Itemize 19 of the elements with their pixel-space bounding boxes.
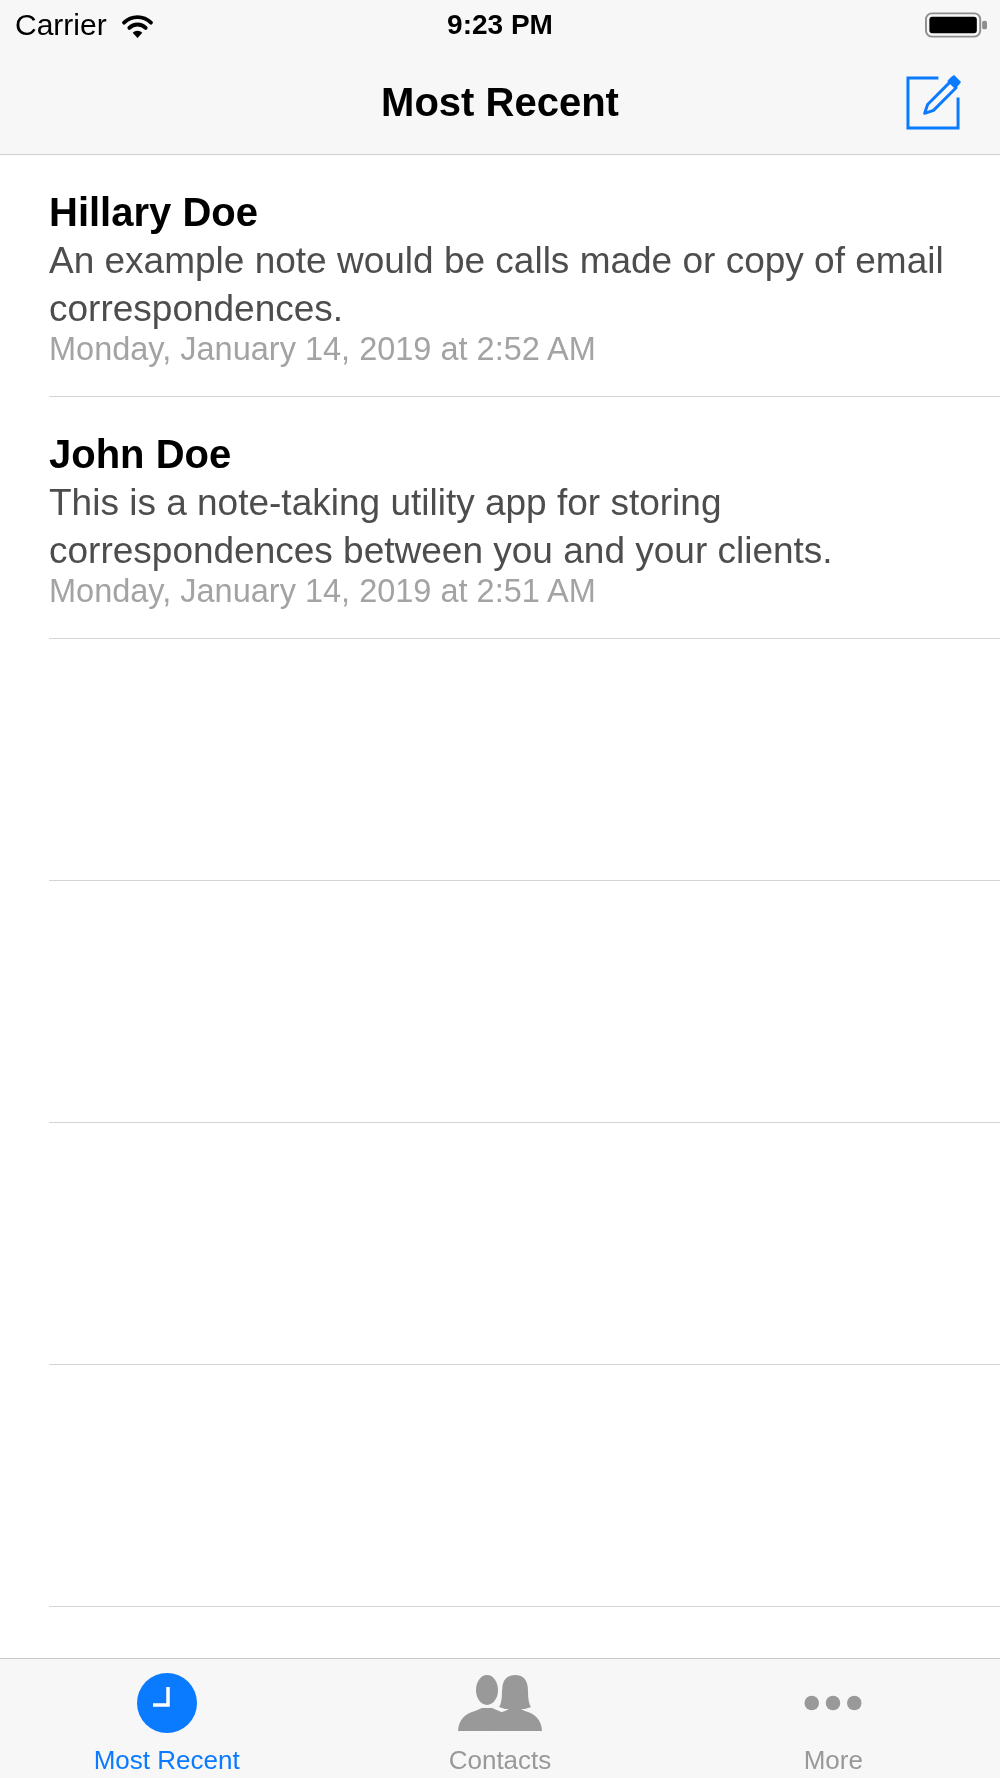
tab-button[interactable]: Contacts: [333, 1659, 667, 1778]
tab-button[interactable]: More: [666, 1659, 1000, 1778]
clock-icon: [136, 1673, 197, 1733]
note-date: Monday, January 14, 2019 at 2:52 AM: [49, 333, 597, 365]
note-text: This is a note-taking utility app for storing correspondences between you and your clients.: [49, 481, 834, 573]
carrier-label: Carrier: [15, 7, 107, 43]
battery-icon: [925, 12, 987, 38]
contact-name: Hillary Doe: [49, 189, 259, 236]
contact-name: John Doe: [49, 431, 233, 478]
tab-button[interactable]: Most Recent: [0, 1659, 334, 1778]
pencil-square-icon: [906, 74, 961, 130]
status-time: 9:23 PM: [447, 8, 553, 42]
compose-button[interactable]: [906, 74, 961, 130]
ellipsis-icon: [804, 1695, 863, 1711]
note-text: An example note would be calls made or copy of email correspondences.: [49, 239, 945, 331]
people-icon: [458, 1675, 542, 1731]
note-date: Monday, January 14, 2019 at 2:51 AM: [49, 575, 597, 607]
screen-title: Most Recent: [381, 79, 619, 126]
wifi-icon: [120, 12, 154, 38]
